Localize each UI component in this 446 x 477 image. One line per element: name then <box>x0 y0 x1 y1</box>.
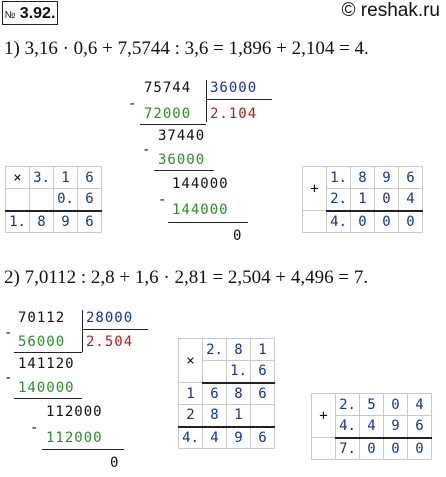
quotient: 2.504 <box>86 334 134 350</box>
task2-equation: 2) 7,0112 : 2,8 + 1,6 · 2,81 = 2,504 + 4… <box>4 267 369 288</box>
digit: 2. <box>202 338 227 361</box>
digit: 6 <box>77 210 102 233</box>
subtrahend: 36000 <box>158 152 206 168</box>
divisor-underline <box>82 329 148 331</box>
digit: 6 <box>250 382 275 405</box>
digit: 1 <box>226 404 251 428</box>
site-credit: © reshak.ru <box>341 0 440 21</box>
underline <box>14 398 82 400</box>
final-remainder: 0 <box>233 228 243 244</box>
divisor-underline <box>206 99 272 101</box>
digit: 4 <box>202 426 227 449</box>
number-prefix: № <box>4 10 16 21</box>
final-remainder: 0 <box>110 455 120 471</box>
task-number: 3.92. <box>19 5 56 22</box>
digit: 7. <box>335 437 360 460</box>
digit: 4 <box>359 415 384 439</box>
task-number-badge: № 3.92. <box>2 1 58 25</box>
digit: 2 <box>178 404 203 428</box>
remainder: 144000 <box>172 176 229 192</box>
underline <box>140 124 206 126</box>
task1-addition: + 1. 8 9 6 2. 1 0 4 4. 0 0 0 <box>302 166 423 233</box>
digit: 9 <box>226 426 251 449</box>
digit: 6 <box>407 415 432 439</box>
digit: 5 <box>359 393 384 416</box>
digit: 0 <box>383 437 408 460</box>
digit: 8 <box>29 210 54 233</box>
digit: 8 <box>350 166 375 189</box>
minus-sign: - <box>142 142 152 158</box>
underline <box>154 170 214 172</box>
digit: 4 <box>407 393 432 416</box>
times-sign: × <box>5 166 30 189</box>
dividend: 70112 <box>18 310 66 326</box>
digit: 4. <box>326 210 351 233</box>
division-bar <box>206 80 208 122</box>
task1-equation: 1) 3,16 · 0,6 + 7,5744 : 3,6 = 1,896 + 2… <box>4 38 369 59</box>
digit: 1. <box>5 210 30 233</box>
digit: 8 <box>202 404 227 428</box>
minus-sign: - <box>4 325 14 341</box>
digit: 0. <box>53 188 78 212</box>
divisor: 36000 <box>210 80 258 96</box>
minus-sign: - <box>4 370 14 386</box>
times-sign: × <box>178 338 203 383</box>
digit: 8 <box>226 338 251 361</box>
digit: 1. <box>326 166 351 189</box>
minus-sign: - <box>30 420 40 436</box>
dividend: 75744 <box>144 80 192 96</box>
subtrahend: 72000 <box>144 106 192 122</box>
digit: 0 <box>374 210 399 233</box>
digit: 6 <box>77 188 102 212</box>
digit: 4 <box>398 188 423 212</box>
remainder: 141120 <box>18 356 75 372</box>
plus-sign: + <box>311 393 336 438</box>
quotient: 2.104 <box>210 106 258 122</box>
digit: 1 <box>250 338 275 361</box>
subtrahend: 144000 <box>172 202 229 218</box>
subtrahend: 56000 <box>18 334 66 350</box>
task2-multiplication: × 2. 8 1 1. 6 1 6 8 6 2 8 1 4. 4 9 6 <box>178 338 275 449</box>
task1-multiplication: × 3. 1 6 0. 6 1. 8 9 6 <box>5 166 102 233</box>
digit: 0 <box>398 210 423 233</box>
digit: 8 <box>226 382 251 405</box>
digit: 1 <box>178 382 203 405</box>
digit: 6 <box>250 360 275 384</box>
digit: 9 <box>383 415 408 439</box>
digit: 2. <box>335 393 360 416</box>
minus-sign: - <box>128 96 138 112</box>
digit: 4. <box>335 415 360 439</box>
digit: 0 <box>374 188 399 212</box>
digit: 6 <box>77 166 102 189</box>
subtrahend: 140000 <box>18 380 75 396</box>
digit: 1. <box>226 360 251 384</box>
digit: 4. <box>178 426 203 449</box>
division-bar <box>82 310 84 352</box>
digit: 3. <box>29 166 54 189</box>
underline <box>42 449 124 451</box>
digit: 0 <box>407 437 432 460</box>
digit: 6 <box>398 166 423 189</box>
underline <box>168 222 248 224</box>
digit: 6 <box>250 426 275 449</box>
digit: 0 <box>383 393 408 416</box>
remainder: 112000 <box>46 404 103 420</box>
underline <box>14 352 82 354</box>
task2-addition: + 2. 5 0 4 4. 4 9 6 7. 0 0 0 <box>311 393 432 460</box>
digit: 1 <box>350 188 375 212</box>
remainder: 37440 <box>158 128 206 144</box>
digit: 1 <box>53 166 78 189</box>
digit: 0 <box>350 210 375 233</box>
digit: 9 <box>374 166 399 189</box>
divisor: 28000 <box>86 310 134 326</box>
digit: 0 <box>359 437 384 460</box>
plus-sign: + <box>302 166 327 211</box>
digit: 9 <box>53 210 78 233</box>
digit: 6 <box>202 382 227 405</box>
subtrahend: 112000 <box>46 430 103 446</box>
minus-sign: - <box>158 192 168 208</box>
digit: 2. <box>326 188 351 212</box>
